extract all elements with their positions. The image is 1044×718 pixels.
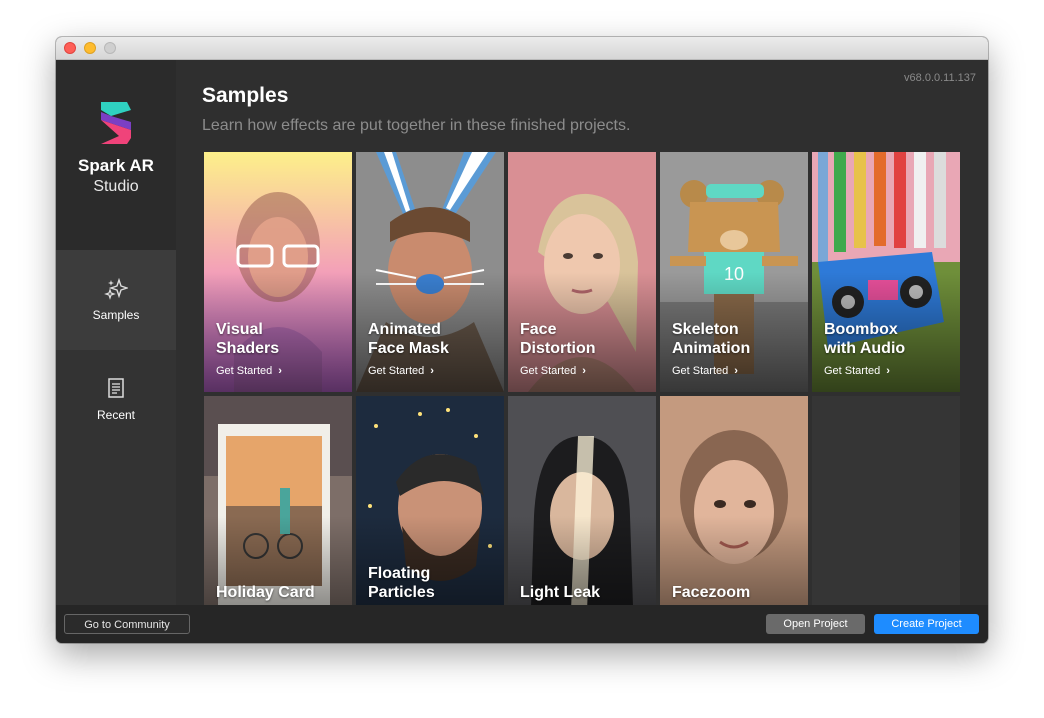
footer-bar: Go to Community Open Project Create Proj… [56,605,988,643]
version-label: v68.0.0.11.137 [904,72,976,84]
chevron-right-icon: › [582,365,586,377]
sample-card-face-distortion[interactable]: Face Distortion Get Started › [508,152,656,392]
sparkle-icon [104,278,128,300]
page-title: Samples [202,84,289,107]
sample-card-boombox-with-audio[interactable]: Boombox with Audio Get Started › [812,152,960,392]
close-window-button[interactable] [64,42,76,54]
sidebar-item-samples[interactable]: Samples [56,250,176,350]
card-title: Floating Particles [368,565,435,601]
sample-card-animated-face-mask[interactable]: Animated Face Mask Get Started › [356,152,504,392]
app-name-sub: Studio [93,178,139,195]
go-to-community-button[interactable]: Go to Community [64,614,190,634]
card-title: Facezoom [672,584,751,601]
empty-card-slot [812,396,960,605]
get-started-link[interactable]: Get Started › [520,365,586,377]
get-started-link[interactable]: Get Started › [672,365,738,377]
sidebar-item-label: Samples [92,308,140,322]
sidebar-item-label: Recent [96,408,136,422]
card-title: Holiday Card [216,584,315,601]
zoom-window-button[interactable] [104,42,116,54]
sidebar: Spark AR Studio Samples Recent [56,60,176,605]
chevron-right-icon: › [886,365,890,377]
chevron-right-icon: › [734,365,738,377]
minimize-window-button[interactable] [84,42,96,54]
sample-card-light-leak[interactable]: Light Leak [508,396,656,605]
brand-panel: Spark AR Studio [56,60,176,250]
main-content: v68.0.0.11.137 Samples Learn how effects… [176,60,988,605]
sample-card-visual-shaders[interactable]: Visual Shaders Get Started › [204,152,352,392]
card-title: Face Distortion [520,321,596,357]
page-subtitle: Learn how effects are put together in th… [202,117,631,134]
card-title: Light Leak [520,584,601,601]
open-project-button[interactable]: Open Project [766,614,865,634]
app-window: Spark AR Studio Samples Recent v68.0.0.1… [56,37,988,643]
sample-card-facezoom[interactable]: Facezoom [660,396,808,605]
card-title: Animated Face Mask [368,321,449,357]
get-started-link[interactable]: Get Started › [368,365,434,377]
get-started-link[interactable]: Get Started › [824,365,890,377]
document-icon [108,378,124,398]
sidebar-item-recent[interactable]: Recent [56,350,176,450]
chevron-right-icon: › [430,365,434,377]
chevron-right-icon: › [278,365,282,377]
get-started-link[interactable]: Get Started › [216,365,282,377]
card-title: Visual Shaders [216,321,280,357]
card-title: Boombox with Audio [824,321,906,357]
title-bar [56,37,988,60]
sample-card-holiday-card[interactable]: Holiday Card [204,396,352,605]
sample-card-floating-particles[interactable]: Floating Particles [356,396,504,605]
create-project-button[interactable]: Create Project [874,614,979,634]
card-title: Skeleton Animation [672,321,751,357]
spark-ar-logo-icon [101,102,131,144]
app-name: Spark AR [78,156,154,175]
sample-card-skeleton-animation[interactable]: 10 SkeletonAnimation Get Started› [660,152,808,392]
